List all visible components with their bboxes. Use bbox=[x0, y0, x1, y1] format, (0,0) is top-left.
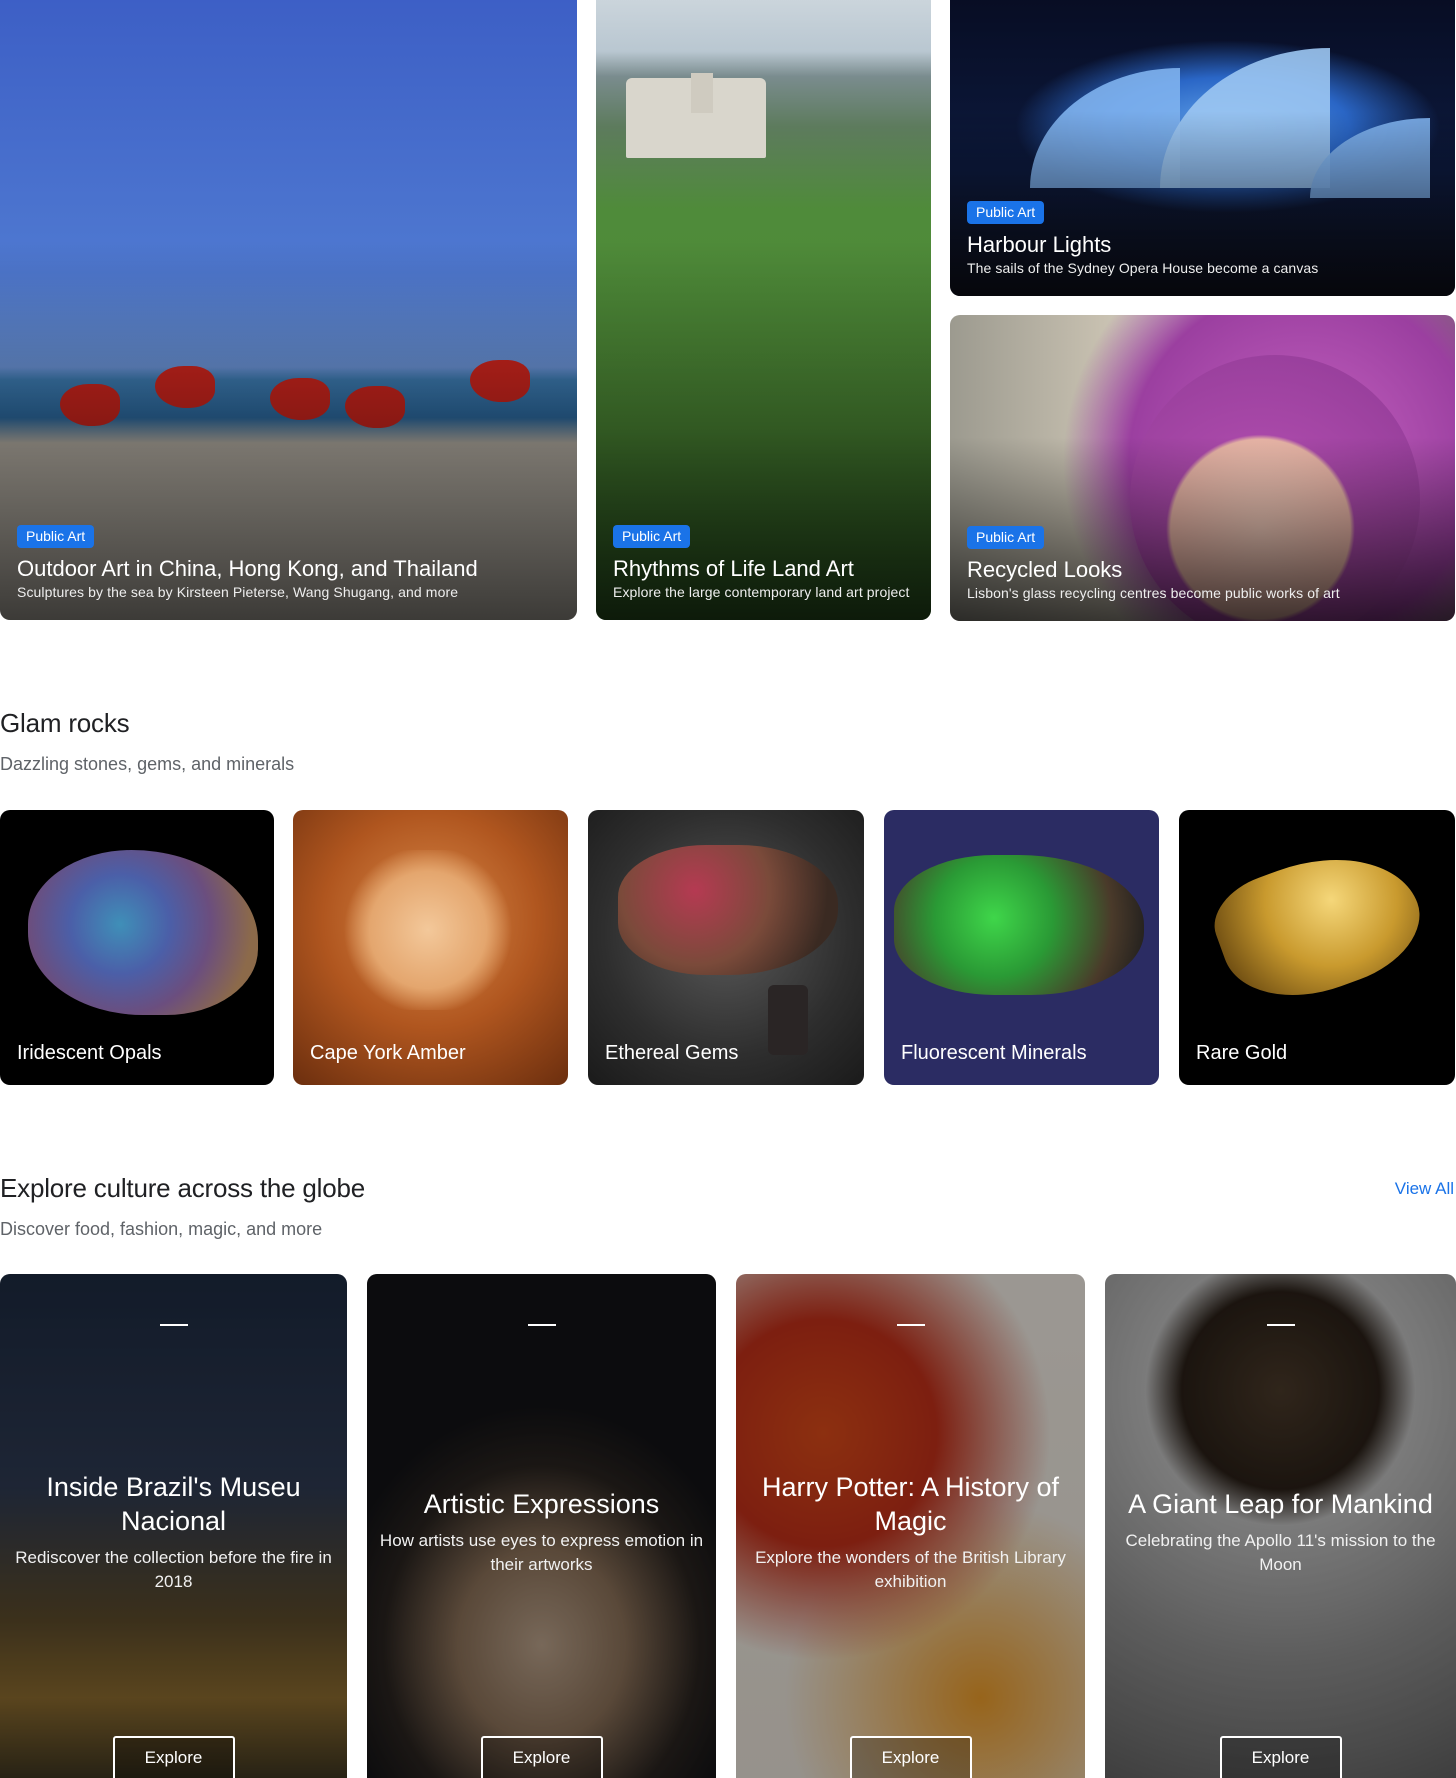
story-caption: Public Art Rhythms of Life Land Art Expl… bbox=[613, 525, 917, 602]
explore-card-title: Artistic Expressions bbox=[423, 1489, 660, 1519]
explore-card-title: A Giant Leap for Mankind bbox=[1128, 1489, 1433, 1519]
explore-button[interactable]: Explore bbox=[1219, 1736, 1342, 1778]
opal-image bbox=[28, 850, 258, 1015]
tile-label: Fluorescent Minerals bbox=[901, 1042, 1087, 1064]
divider-dash bbox=[1266, 1324, 1295, 1326]
explore-button[interactable]: Explore bbox=[849, 1736, 972, 1778]
divider-dash bbox=[159, 1324, 188, 1326]
explore-card-text: A Giant Leap for Mankind Celebrating the… bbox=[1115, 1487, 1446, 1577]
amber-inclusion-image bbox=[343, 850, 513, 1010]
category-badge[interactable]: Public Art bbox=[17, 525, 95, 548]
story-caption: Public Art Harbour Lights The sails of t… bbox=[967, 201, 1441, 278]
story-title: Outdoor Art in China, Hong Kong, and Tha… bbox=[17, 556, 478, 581]
explore-card-text: Harry Potter: A History of Magic Explore… bbox=[746, 1470, 1075, 1594]
category-badge[interactable]: Public Art bbox=[613, 525, 691, 548]
explore-card-subtitle: Explore the wonders of the British Libra… bbox=[755, 1548, 1066, 1591]
tile-label: Ethereal Gems bbox=[605, 1042, 739, 1064]
gem-tile-cape-york-amber[interactable]: Cape York Amber bbox=[293, 810, 568, 1085]
story-card-rhythms-of-life[interactable]: Public Art Rhythms of Life Land Art Expl… bbox=[596, 0, 931, 620]
fluorescent-mineral-image bbox=[894, 855, 1144, 995]
explore-card-text: Artistic Expressions How artists use eye… bbox=[377, 1487, 706, 1577]
explore-card-harry-potter[interactable]: Harry Potter: A History of Magic Explore… bbox=[736, 1274, 1085, 1778]
category-badge[interactable]: Public Art bbox=[967, 201, 1045, 224]
story-card-recycled-looks[interactable]: Public Art Recycled Looks Lisbon's glass… bbox=[950, 315, 1455, 621]
gem-tile-ethereal-gems[interactable]: Ethereal Gems bbox=[588, 810, 864, 1085]
story-subtitle: Lisbon's glass recycling centres become … bbox=[967, 585, 1340, 601]
section-title-glam-rocks: Glam rocks bbox=[0, 708, 130, 738]
view-all-link[interactable]: View All bbox=[1395, 1179, 1454, 1199]
explore-card-artistic-expressions[interactable]: Artistic Expressions How artists use eye… bbox=[367, 1274, 716, 1778]
gemstone-image bbox=[618, 845, 838, 975]
tile-label: Rare Gold bbox=[1196, 1042, 1288, 1064]
gem-tile-fluorescent-minerals[interactable]: Fluorescent Minerals bbox=[884, 810, 1159, 1085]
story-subtitle: Explore the large contemporary land art … bbox=[613, 584, 910, 600]
explore-button[interactable]: Explore bbox=[112, 1736, 235, 1778]
explore-card-subtitle: Celebrating the Apollo 11's mission to t… bbox=[1125, 1531, 1436, 1574]
story-caption: Public Art Outdoor Art in China, Hong Ko… bbox=[17, 525, 563, 602]
story-subtitle: The sails of the Sydney Opera House beco… bbox=[967, 260, 1319, 276]
divider-dash bbox=[527, 1324, 556, 1326]
section-title-explore: Explore culture across the globe bbox=[0, 1173, 366, 1203]
explore-card-title: Harry Potter: A History of Magic bbox=[761, 1472, 1060, 1536]
story-subtitle: Sculptures by the sea by Kirsteen Pieter… bbox=[17, 584, 459, 600]
story-card-outdoor-art[interactable]: Public Art Outdoor Art in China, Hong Ko… bbox=[0, 0, 577, 620]
story-title: Recycled Looks bbox=[967, 557, 1123, 582]
explore-card-subtitle: Rediscover the collection before the fir… bbox=[15, 1548, 332, 1591]
section-subtitle-explore: Discover food, fashion, magic, and more bbox=[0, 1219, 323, 1239]
tile-label: Iridescent Opals bbox=[17, 1042, 162, 1064]
explore-card-museu-nacional[interactable]: Inside Brazil's Museu Nacional Rediscove… bbox=[0, 1274, 347, 1778]
tile-label: Cape York Amber bbox=[310, 1042, 466, 1064]
gold-nugget-image bbox=[1202, 829, 1436, 1021]
explore-card-text: Inside Brazil's Museu Nacional Rediscove… bbox=[10, 1470, 337, 1594]
section-subtitle-glam-rocks: Dazzling stones, gems, and minerals bbox=[0, 754, 295, 774]
explore-button[interactable]: Explore bbox=[480, 1736, 603, 1778]
story-card-harbour-lights[interactable]: Public Art Harbour Lights The sails of t… bbox=[950, 0, 1455, 296]
castle-tower-image bbox=[691, 73, 713, 113]
divider-dash bbox=[896, 1324, 925, 1326]
explore-card-giant-leap[interactable]: A Giant Leap for Mankind Celebrating the… bbox=[1105, 1274, 1456, 1778]
story-caption: Public Art Recycled Looks Lisbon's glass… bbox=[967, 526, 1441, 603]
story-title: Rhythms of Life Land Art bbox=[613, 556, 854, 581]
explore-card-subtitle: How artists use eyes to express emotion … bbox=[379, 1531, 704, 1574]
category-badge[interactable]: Public Art bbox=[967, 526, 1045, 549]
explore-card-title: Inside Brazil's Museu Nacional bbox=[46, 1472, 301, 1536]
gem-tile-rare-gold[interactable]: Rare Gold bbox=[1179, 810, 1455, 1085]
gem-tile-iridescent-opals[interactable]: Iridescent Opals bbox=[0, 810, 274, 1085]
story-title: Harbour Lights bbox=[967, 232, 1112, 257]
crystal-image bbox=[768, 985, 808, 1055]
